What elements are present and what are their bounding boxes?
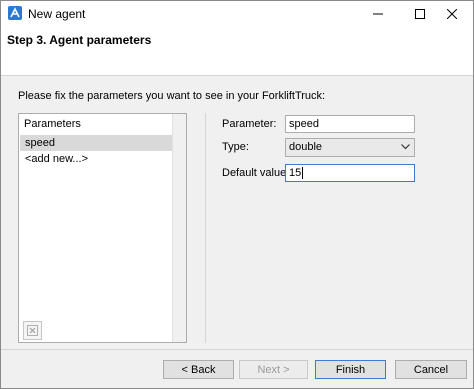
- type-label: Type:: [222, 141, 249, 153]
- step-title: Step 3. Agent parameters: [7, 33, 152, 47]
- close-button[interactable]: [429, 1, 474, 26]
- text-caret: [302, 167, 304, 180]
- list-item-add-new[interactable]: <add new...>: [20, 151, 172, 167]
- footer-separator: [1, 349, 473, 350]
- parameters-list[interactable]: Parameters speed <add new...>: [18, 113, 187, 343]
- back-button[interactable]: < Back: [163, 360, 234, 379]
- list-item-speed[interactable]: speed: [20, 135, 172, 151]
- type-select[interactable]: double: [285, 138, 415, 157]
- next-button[interactable]: Next >: [239, 360, 308, 379]
- delete-parameter-button[interactable]: [23, 321, 42, 340]
- window-title: New agent: [28, 7, 86, 21]
- list-scrollbar[interactable]: [172, 114, 186, 342]
- close-icon: [447, 8, 457, 19]
- default-value-field[interactable]: 15: [285, 164, 415, 182]
- wizard-header: Step 3. Agent parameters: [1, 26, 473, 76]
- type-select-value: double: [289, 141, 323, 153]
- default-value-label: Default value:: [222, 167, 290, 179]
- cancel-button[interactable]: Cancel: [395, 360, 467, 379]
- minimize-icon: [373, 13, 383, 14]
- app-logo-icon: [8, 6, 22, 20]
- default-value-text: 15: [289, 167, 302, 179]
- parameter-name-field[interactable]: speed: [285, 115, 415, 133]
- parameter-label: Parameter:: [222, 118, 277, 130]
- panel-divider: [205, 113, 206, 343]
- minimize-button[interactable]: [355, 1, 401, 26]
- maximize-icon: [415, 8, 425, 19]
- finish-button[interactable]: Finish: [315, 360, 386, 379]
- delete-icon: [27, 325, 38, 336]
- parameters-list-header: Parameters: [24, 118, 81, 130]
- chevron-down-icon: [401, 144, 410, 150]
- new-agent-window: New agent Step 3. Agent parameters Pleas…: [0, 0, 474, 389]
- title-bar: New agent: [1, 1, 473, 26]
- instruction-text: Please fix the parameters you want to se…: [18, 90, 326, 102]
